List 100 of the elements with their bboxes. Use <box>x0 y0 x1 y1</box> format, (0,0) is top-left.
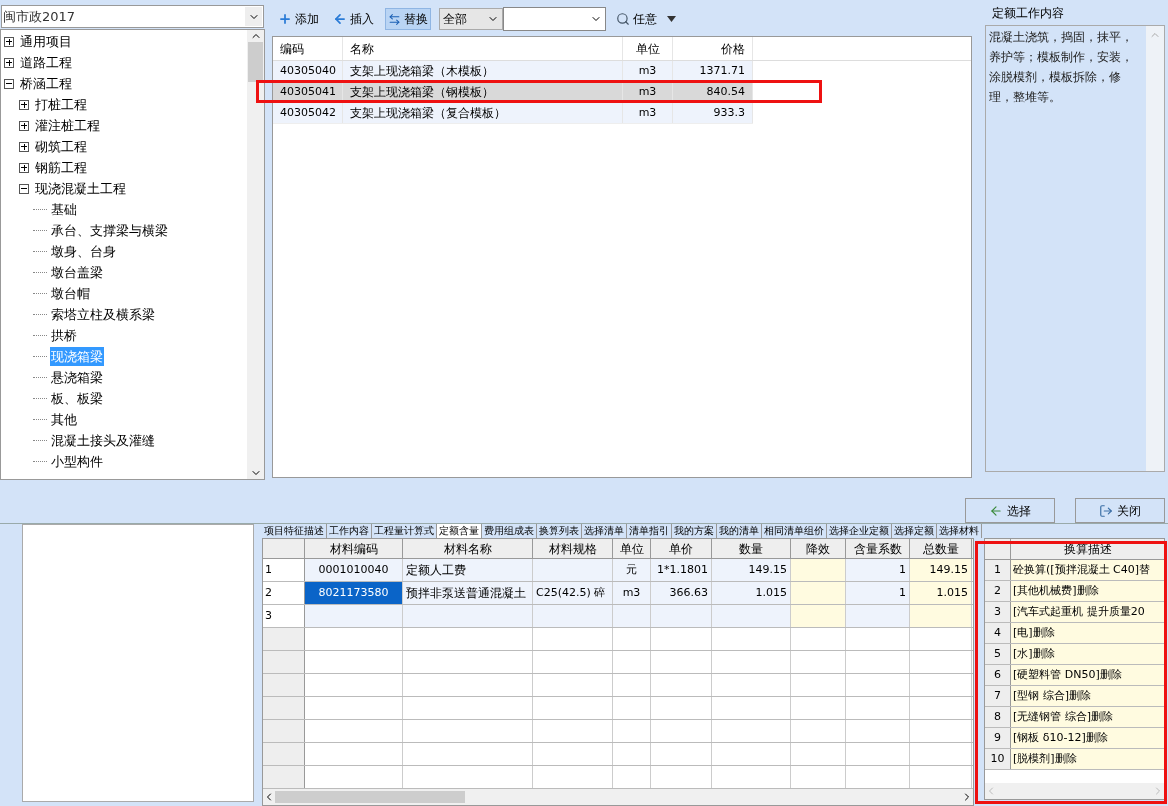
tab[interactable]: 清单指引 <box>627 524 672 538</box>
tree-item[interactable]: 通用项目 <box>19 31 73 52</box>
tree-connector <box>33 209 47 210</box>
tree-item[interactable]: 承台、支撑梁与横梁 <box>50 220 169 241</box>
table-cell: [型钢 综合]删除 <box>1011 686 1164 706</box>
tree-item[interactable]: 悬浇箱梁 <box>50 367 104 388</box>
table-cell: m3 <box>613 582 651 604</box>
toolbar-button[interactable]: 替换 <box>385 8 431 30</box>
tab[interactable]: 选择材料 <box>937 524 982 538</box>
column-header[interactable]: 材料名称 <box>403 539 533 558</box>
column-header[interactable]: 材料编码 <box>305 539 403 558</box>
tree-item[interactable]: 墩台帽 <box>50 283 91 304</box>
tab[interactable]: 定额含量 <box>437 524 482 538</box>
tree-connector <box>33 272 47 273</box>
search-combobox[interactable] <box>503 7 606 31</box>
column-header[interactable]: 名称 <box>343 37 623 60</box>
tree-toggle[interactable] <box>19 99 29 110</box>
work-content-text: 混凝土浇筑，捣固，抹平，养护等；模板制作，安装，涂脱模剂，模板拆除，修理，整堆等。 <box>988 29 1134 106</box>
table-cell: 支架上现浇箱梁（复合模板） <box>343 103 623 123</box>
tree-item[interactable]: 道路工程 <box>19 52 73 73</box>
table-row[interactable]: 40305040 支架上现浇箱梁（木模板） m3 1371.71 <box>273 61 753 82</box>
column-header[interactable]: 材料规格 <box>533 539 613 558</box>
row-number: 2 <box>263 582 305 604</box>
search-button[interactable]: 任意 <box>614 8 659 30</box>
column-header[interactable]: 单位 <box>613 539 651 558</box>
scrollbar[interactable] <box>247 30 264 479</box>
tree-toggle[interactable] <box>4 78 14 89</box>
column-header[interactable]: 单价 <box>651 539 712 558</box>
select-button[interactable]: 选择 <box>965 498 1055 523</box>
search-icon <box>616 12 630 26</box>
tab[interactable]: 工作内容 <box>327 524 372 538</box>
tree-toggle[interactable] <box>19 141 29 152</box>
tree-item[interactable]: 打桩工程 <box>34 94 88 115</box>
tree-connector <box>33 440 47 441</box>
tree-item[interactable]: 混凝土接头及灌缝 <box>50 430 156 451</box>
column-header[interactable]: 编码 <box>273 37 343 60</box>
tree-item[interactable]: 其他 <box>50 409 78 430</box>
tab[interactable]: 换算列表 <box>537 524 582 538</box>
table-cell: [水]删除 <box>1011 644 1164 664</box>
table-cell: 砼换算([预拌混凝土 C40]替 <box>1011 560 1164 580</box>
close-button[interactable]: 关闭 <box>1075 498 1165 523</box>
tree-toggle[interactable] <box>4 36 14 47</box>
tree-item[interactable]: 灌注桩工程 <box>34 115 101 136</box>
tree-item[interactable]: 墩台盖梁 <box>50 262 104 283</box>
tree-item[interactable]: 索塔立柱及横系梁 <box>50 304 156 325</box>
tree-toggle[interactable] <box>19 162 29 173</box>
tree-item[interactable]: 现浇混凝土工程 <box>34 178 127 199</box>
tab[interactable]: 选择企业定额 <box>827 524 892 538</box>
tab[interactable]: 选择清单 <box>582 524 627 538</box>
column-header[interactable]: 总数量 <box>910 539 972 558</box>
table-cell: 预拌非泵送普通混凝土 <box>403 582 533 604</box>
row-number: 2 <box>985 581 1011 601</box>
tree-connector <box>33 230 47 231</box>
table-cell: 40305040 <box>273 61 343 81</box>
tab[interactable]: 我的方案 <box>672 524 717 538</box>
tab[interactable]: 费用组成表 <box>482 524 537 538</box>
tree-item[interactable]: 板、板梁 <box>50 388 104 409</box>
table-cell: 149.15 <box>910 559 972 581</box>
tab[interactable]: 工程量计算式 <box>372 524 437 538</box>
toolbar-button[interactable]: 插入 <box>330 8 377 30</box>
table-cell: 1 <box>846 559 910 581</box>
tree-item[interactable]: 拱桥 <box>50 325 78 346</box>
tree-toggle[interactable] <box>19 120 29 131</box>
tree-item[interactable]: 墩身、台身 <box>50 241 117 262</box>
tree-item[interactable]: 钢筋工程 <box>34 157 88 178</box>
filter-select[interactable]: 全部 <box>439 8 503 30</box>
tree-item[interactable]: 砌筑工程 <box>34 136 88 157</box>
tree-item[interactable]: 桥涵工程 <box>19 73 73 94</box>
table-cell: [汽车式起重机 提升质量20 <box>1011 602 1164 622</box>
tab[interactable]: 我的清单 <box>717 524 762 538</box>
tree-connector <box>33 461 47 462</box>
row-number: 1 <box>263 559 305 581</box>
library-select[interactable]: 闽市政2017 <box>1 5 264 28</box>
horizontal-scrollbar[interactable] <box>263 789 973 805</box>
tree-item[interactable]: 基础 <box>50 199 78 220</box>
column-header[interactable]: 价格 <box>673 37 753 60</box>
toolbar-button[interactable]: 添加 <box>275 8 322 30</box>
tab[interactable]: 选择定额 <box>892 524 937 538</box>
tree-toggle[interactable] <box>4 57 14 68</box>
tab[interactable]: 项目特征描述 <box>262 524 327 538</box>
table-cell: m3 <box>623 82 673 102</box>
table-row[interactable]: 40305042 支架上现浇箱梁（复合模板） m3 933.3 <box>273 103 753 124</box>
column-header[interactable]: 含量系数 <box>846 539 910 558</box>
column-header[interactable]: 单位 <box>623 37 673 60</box>
table-cell <box>791 605 846 627</box>
scroll-thumb[interactable] <box>248 42 263 82</box>
tree-toggle[interactable] <box>19 183 29 194</box>
tab[interactable]: 相同清单组价 <box>762 524 827 538</box>
table-cell <box>910 605 972 627</box>
tree-item[interactable]: 小型构件 <box>50 451 104 472</box>
scroll-thumb[interactable] <box>275 791 465 803</box>
row-number: 7 <box>985 686 1011 706</box>
column-header[interactable]: 数量 <box>712 539 791 558</box>
table-cell: C25(42.5) 碎 <box>533 582 613 604</box>
tree-connector <box>33 251 47 252</box>
column-header[interactable]: 降效 <box>791 539 846 558</box>
tree-connector <box>33 335 47 336</box>
caret-icon[interactable] <box>667 16 676 22</box>
row-number: 1 <box>985 560 1011 580</box>
door-icon <box>1099 503 1113 518</box>
